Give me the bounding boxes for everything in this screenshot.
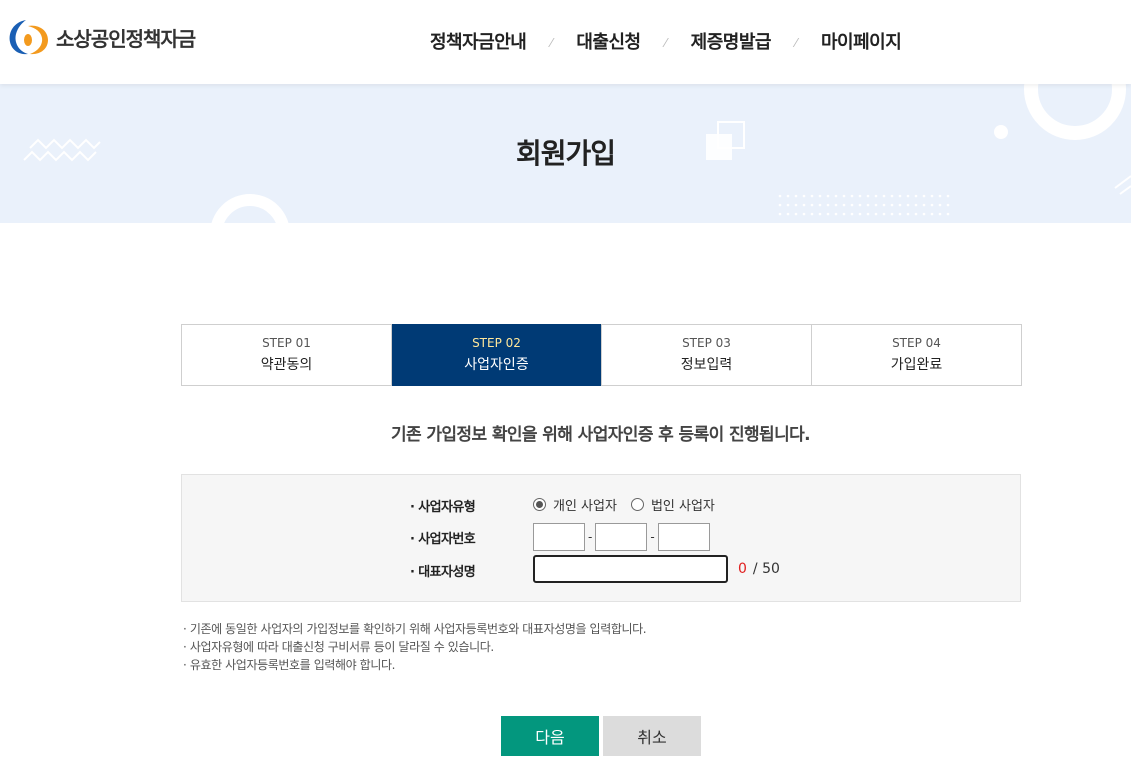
notice-list: · 기존에 동일한 사업자의 가입정보를 확인하기 위해 사업자등록번호와 대표…	[183, 620, 647, 674]
step-number: STEP 03	[682, 336, 731, 350]
nav-separator-icon: ⁄	[664, 36, 667, 50]
business-number-part1[interactable]	[533, 523, 585, 551]
business-number-part3[interactable]	[657, 523, 710, 551]
nav-item-policy-fund[interactable]: 정책자금안내	[430, 28, 527, 54]
guide-text: 기존 가입정보 확인을 위해 사업자인증 후 등록이 진행됩니다.	[390, 425, 811, 445]
dash-separator: -	[588, 530, 593, 544]
signup-steps: STEP 01 약관동의 STEP 02 사업자인증 STEP 03 정보입력 …	[181, 324, 1022, 386]
radio-checked-icon[interactable]	[533, 498, 546, 511]
main-nav: 정책자금안내 ⁄ 대출신청 ⁄ 제증명발급 ⁄ 마이페이지	[430, 28, 902, 54]
representative-name-group: 0 / 50	[533, 555, 780, 583]
step-label: 약관동의	[260, 357, 313, 373]
page-banner: 회원가입	[0, 84, 1131, 223]
name-char-max: / 50	[752, 561, 780, 577]
business-type-label: · 사업자유형	[410, 500, 476, 515]
step-business-auth: STEP 02 사업자인증	[392, 324, 602, 386]
business-number-group: - -	[533, 523, 710, 551]
step-number: STEP 01	[262, 336, 311, 350]
radio-unchecked-icon[interactable]	[630, 498, 644, 511]
dash-separator: -	[650, 530, 655, 544]
business-type-group: 개인 사업자 법인 사업자	[533, 495, 715, 514]
notice-item: · 유효한 사업자등록번호를 입력해야 합니다.	[183, 658, 396, 672]
next-button[interactable]: 다음	[501, 716, 599, 756]
step-number: STEP 02	[472, 336, 521, 350]
page-title: 회원가입	[515, 137, 616, 170]
business-auth-form: · 사업자유형 개인 사업자 법인 사업자 · 사업자번호 - - · 대표자성…	[181, 474, 1021, 602]
step-number: STEP 04	[892, 336, 941, 350]
radio-individual-label: 개인 사업자	[553, 499, 617, 514]
logo-mark-icon	[9, 20, 48, 55]
step-complete: STEP 04 가입완료	[812, 325, 1021, 385]
nav-separator-icon: ⁄	[550, 36, 553, 50]
step-label: 정보입력	[680, 357, 733, 373]
notice-item: · 기존에 동일한 사업자의 가입정보를 확인하기 위해 사업자등록번호와 대표…	[183, 622, 647, 636]
step-label: 가입완료	[890, 357, 943, 373]
name-char-count: 0	[738, 561, 747, 577]
nav-item-certificate[interactable]: 제증명발급	[691, 28, 772, 54]
representative-name-input[interactable]	[533, 555, 728, 583]
cancel-button[interactable]: 취소	[603, 716, 701, 756]
site-logo[interactable]: 소상공인정책자금	[6, 18, 196, 56]
representative-name-label: · 대표자성명	[410, 565, 476, 580]
business-number-label: · 사업자번호	[410, 532, 476, 547]
radio-corporate[interactable]: 법인 사업자	[630, 495, 715, 514]
business-number-part2[interactable]	[595, 523, 648, 551]
step-terms: STEP 01 약관동의	[182, 325, 392, 385]
notice-item: · 사업자유형에 따라 대출신청 구비서류 등이 달라질 수 있습니다.	[183, 640, 494, 654]
step-label: 사업자인증	[464, 357, 529, 373]
radio-corporate-label: 법인 사업자	[650, 499, 715, 514]
nav-item-loan-apply[interactable]: 대출신청	[576, 28, 641, 54]
radio-individual[interactable]: 개인 사업자	[533, 495, 617, 514]
nav-item-mypage[interactable]: 마이페이지	[821, 28, 902, 54]
step-info-input: STEP 03 정보입력	[602, 325, 812, 385]
site-header: 소상공인정책자금 정책자금안내 ⁄ 대출신청 ⁄ 제증명발급 ⁄ 마이페이지	[0, 0, 1131, 84]
nav-separator-icon: ⁄	[794, 36, 797, 50]
logo-text: 소상공인정책자금	[56, 26, 196, 51]
